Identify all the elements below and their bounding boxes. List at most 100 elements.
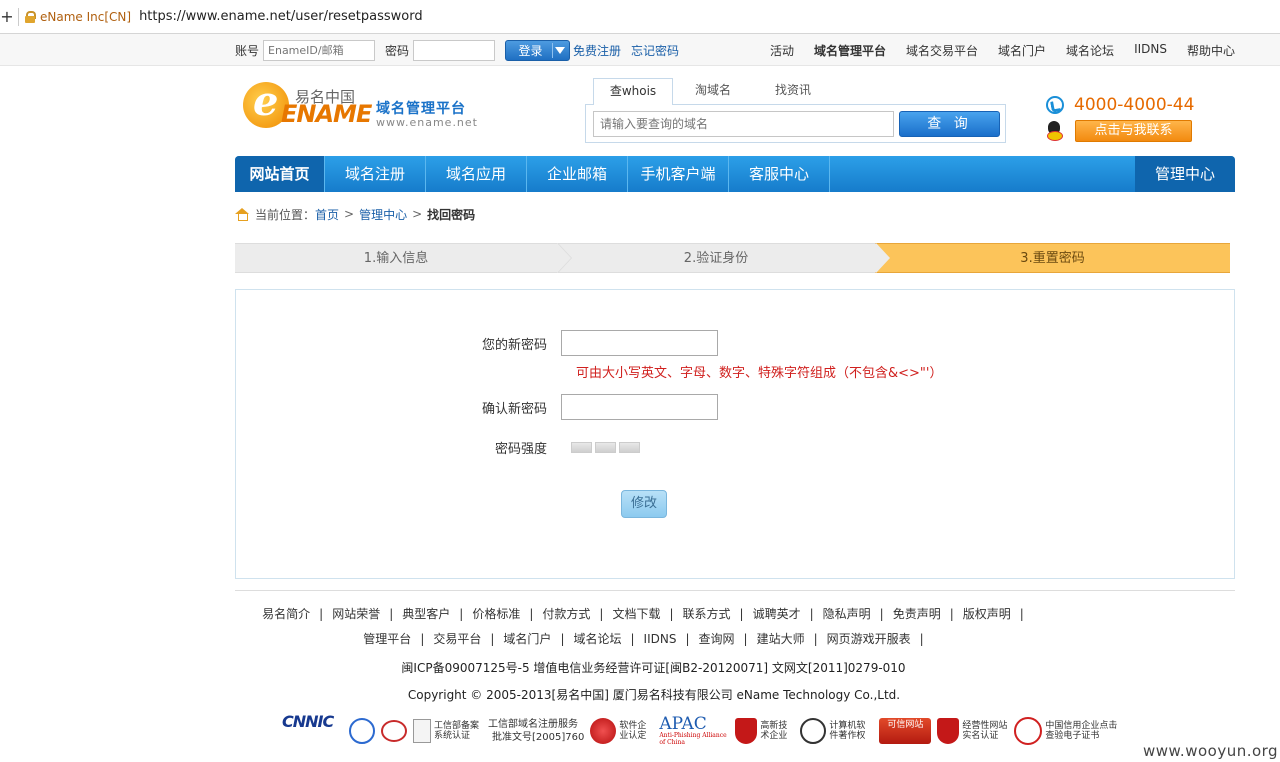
password-label: 密码 xyxy=(385,43,410,58)
footer-link[interactable]: 诚聘英才 xyxy=(753,607,801,621)
footer-link[interactable]: 网站荣誉 xyxy=(332,607,380,621)
miit-record-label: 工信部备案系统认证 xyxy=(434,721,480,741)
step-arrow xyxy=(875,243,889,273)
badge-software-enterprise[interactable]: 软件企业认定 xyxy=(590,718,653,744)
trusted-site-label: 可信网站 xyxy=(879,718,932,744)
top-nav-domain-trading[interactable]: 域名交易平台 xyxy=(906,42,978,59)
badge-software-copyright[interactable]: 计算机软件著作权 xyxy=(800,718,873,744)
confirm-password-row: 确认新密码 xyxy=(236,394,718,420)
footer-link[interactable]: 免责声明 xyxy=(893,607,941,621)
apac-label: APAC xyxy=(659,714,707,734)
footer-link-separator: | xyxy=(389,607,394,621)
footer-link-separator: | xyxy=(420,632,425,646)
breadcrumb-home[interactable]: 首页 xyxy=(315,206,339,223)
account-input[interactable] xyxy=(263,39,376,61)
breadcrumb-separator: > xyxy=(344,207,355,221)
step-arrow xyxy=(557,243,571,273)
url-field[interactable]: https://www.ename.net/user/resetpassword xyxy=(139,9,423,24)
nav-home[interactable]: 网站首页 xyxy=(235,156,325,192)
badge-miit-registrar[interactable]: 工信部域名注册服务 批准文号[2005]760 xyxy=(488,719,584,743)
copyright-label: 计算机软件著作权 xyxy=(829,721,866,741)
footer-link[interactable]: IIDNS xyxy=(644,632,677,646)
top-nav-domain-portal[interactable]: 域名门户 xyxy=(998,42,1046,59)
caret-down-icon[interactable] xyxy=(555,46,566,54)
badge-miit-record[interactable]: 工信部备案系统认证 xyxy=(413,719,482,743)
top-nav-iidns[interactable]: IIDNS xyxy=(1134,42,1167,59)
confirm-password-input[interactable] xyxy=(561,394,718,420)
nav-domain-apps[interactable]: 域名应用 xyxy=(426,156,527,192)
hitech-icon xyxy=(735,718,758,744)
search-input[interactable] xyxy=(593,111,894,137)
footer-link[interactable]: 网页游戏开服表 xyxy=(827,632,911,646)
footer-link[interactable]: 域名门户 xyxy=(503,632,551,646)
strength-bar xyxy=(571,442,592,453)
nav-enterprise-mail[interactable]: 企业邮箱 xyxy=(527,156,628,192)
top-nav-help-center[interactable]: 帮助中心 xyxy=(1187,42,1235,59)
apac-sub-label: Anti-Phishing Alliance of China xyxy=(659,732,727,746)
new-password-label: 您的新密码 xyxy=(481,337,547,353)
verisign-check-icon xyxy=(381,720,407,742)
new-tab-icon[interactable]: + xyxy=(0,7,14,26)
footer-link[interactable]: 付款方式 xyxy=(542,607,590,621)
submit-button[interactable]: 修改 xyxy=(621,490,667,518)
footer-link[interactable]: 查询网 xyxy=(699,632,735,646)
footer-divider xyxy=(235,590,1235,591)
top-nav-domain-forum[interactable]: 域名论坛 xyxy=(1066,42,1114,59)
top-nav-domain-management[interactable]: 域名管理平台 xyxy=(814,42,886,59)
register-link[interactable]: 免费注册 xyxy=(573,42,621,59)
tab-buy-domain[interactable]: 淘域名 xyxy=(673,78,753,105)
footer-link-separator: | xyxy=(529,607,534,621)
badge-hitech[interactable]: 高新技术企业 xyxy=(735,718,794,744)
footer-link[interactable]: 价格标准 xyxy=(472,607,520,621)
nav-service-center[interactable]: 客服中心 xyxy=(729,156,830,192)
footer-link[interactable]: 版权声明 xyxy=(963,607,1011,621)
password-strength-label: 密码强度 xyxy=(494,442,547,457)
footer-links-row2: 管理平台 | 交易平台 | 域名门户 | 域名论坛 | IIDNS | 查询网 | 建站大师 | 网页游戏开… xyxy=(0,630,1280,647)
badge-trusted-site[interactable]: 可信网站 xyxy=(879,718,932,744)
nav-management-center[interactable]: 管理中心 xyxy=(1135,156,1235,192)
certificate-label[interactable]: eName Inc[CN] xyxy=(40,10,131,24)
software-label: 软件企业认定 xyxy=(619,721,647,741)
progress-steps: 1.输入信息 2.验证身份 3.重置密码 xyxy=(235,243,1230,273)
nav-mobile-client[interactable]: 手机客户端 xyxy=(628,156,729,192)
footer-link[interactable]: 典型客户 xyxy=(402,607,450,621)
tab-whois[interactable]: 查whois xyxy=(593,78,673,105)
step-label: 3.重置密码 xyxy=(1020,251,1085,266)
lock-icon[interactable] xyxy=(25,10,36,23)
footer-link[interactable]: 联系方式 xyxy=(683,607,731,621)
password-input[interactable] xyxy=(413,39,496,61)
forgot-password-link[interactable]: 忘记密码 xyxy=(631,42,679,59)
login-button-label: 登录 xyxy=(518,43,543,58)
address-separator xyxy=(18,7,19,26)
search-button[interactable]: 查 询 xyxy=(899,111,1000,137)
badge-realname[interactable]: 经营性网站实名认证 xyxy=(937,718,1008,744)
nav-domain-register[interactable]: 域名注册 xyxy=(325,156,426,192)
site-logo[interactable]: 易名中国 ENAME 域名管理平台 www.ename.net xyxy=(243,78,483,136)
footer-link[interactable]: 域名论坛 xyxy=(573,632,621,646)
top-nav-activity[interactable]: 活动 xyxy=(770,42,794,59)
login-button[interactable]: 登录 xyxy=(505,39,571,61)
breadcrumb-management[interactable]: 管理中心 xyxy=(359,206,407,223)
certification-badges: CNNIC 工信部备案系统认证 工信部域名注册服务 批准文号[2005]760 … xyxy=(282,714,1117,748)
qq-penguin-icon xyxy=(1046,121,1063,141)
miit-approval-label: 批准文号[2005]760 xyxy=(492,732,585,743)
badge-credit[interactable]: 中国信用企业点击查验电子证书 xyxy=(1014,717,1117,745)
badge-apac[interactable]: APAC Anti-Phishing Alliance of China xyxy=(659,714,729,747)
footer-link[interactable]: 文档下载 xyxy=(612,607,660,621)
footer-link-separator: | xyxy=(630,632,635,646)
footer-link[interactable]: 交易平台 xyxy=(433,632,481,646)
document-icon xyxy=(413,719,431,743)
tab-news[interactable]: 找资讯 xyxy=(753,78,833,105)
footer-link-separator: | xyxy=(879,607,884,621)
new-password-input[interactable] xyxy=(561,330,718,356)
footer-link[interactable]: 建站大师 xyxy=(757,632,805,646)
footer-link-separator: | xyxy=(490,632,495,646)
footer-link[interactable]: 隐私声明 xyxy=(823,607,871,621)
badge-verisign[interactable] xyxy=(381,720,407,742)
search-tabs: 查whois 淘域名 找资讯 xyxy=(593,78,833,105)
footer-link[interactable]: 管理平台 xyxy=(363,632,411,646)
qq-contact-button[interactable]: 点击与我联系 xyxy=(1075,120,1192,142)
qq-contact: 点击与我联系 xyxy=(1046,120,1192,142)
footer-link[interactable]: 易名简介 xyxy=(262,607,310,621)
badge-cnnic[interactable]: CNNIC xyxy=(282,714,375,745)
